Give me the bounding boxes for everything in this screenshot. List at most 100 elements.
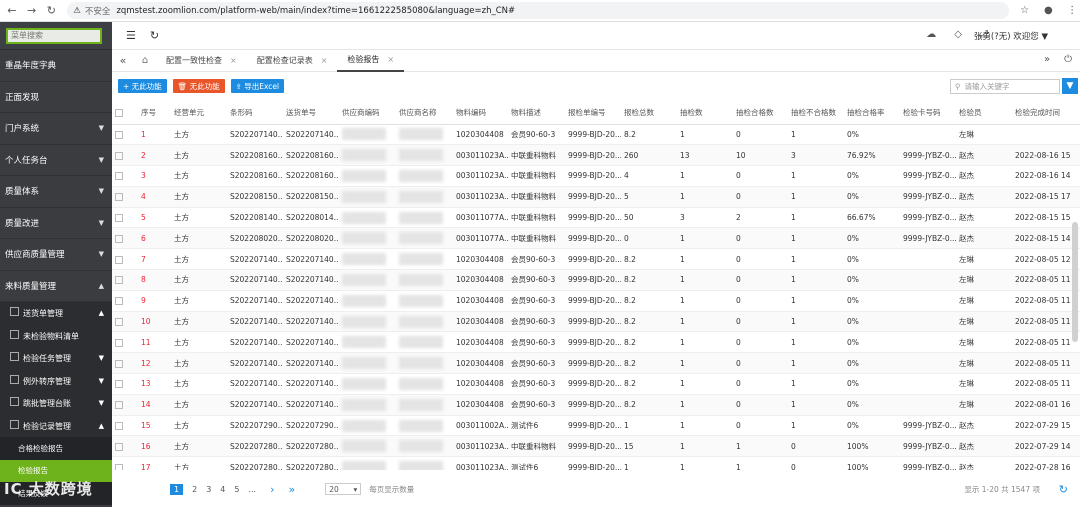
- tab-next-icon[interactable]: »: [1044, 54, 1050, 65]
- page-last-icon[interactable]: »: [289, 483, 296, 496]
- row-checkbox[interactable]: [115, 442, 123, 451]
- column-header[interactable]: 抽检合格率: [844, 102, 900, 125]
- sidebar-item[interactable]: 个人任务台 ▼: [0, 145, 112, 176]
- column-header[interactable]: 抽检不合格数: [788, 102, 844, 125]
- table-row[interactable]: 5 土方 S202208140... S202208014... 003011077A.…: [112, 207, 1080, 229]
- table-row[interactable]: 8 土方 S202207140... S202207140... 1020304408 会…: [112, 269, 1080, 291]
- column-header[interactable]: 送货单号: [283, 102, 339, 125]
- sidebar-item[interactable]: 来料质量管理 ▲: [0, 271, 112, 302]
- no-function-button-2[interactable]: 🗑 无此功能: [172, 79, 225, 93]
- column-header[interactable]: 抽检数: [677, 102, 733, 125]
- row-checkbox[interactable]: [115, 255, 123, 264]
- row-checkbox[interactable]: [115, 214, 123, 223]
- reload-icon[interactable]: ↻: [44, 3, 60, 19]
- page-next-icon[interactable]: ›: [270, 483, 274, 496]
- close-icon[interactable]: ×: [321, 56, 328, 65]
- sidebar-subitem[interactable]: 例外转序管理 ▼: [0, 369, 112, 392]
- more-menu-icon[interactable]: ⋮: [1064, 3, 1080, 19]
- row-checkbox[interactable]: [115, 172, 123, 181]
- close-icon[interactable]: ×: [387, 55, 394, 64]
- column-header[interactable]: 经营单元: [171, 102, 227, 125]
- table-row[interactable]: 13 土方 S202207140... S202207140... 1020304408…: [112, 373, 1080, 395]
- column-header[interactable]: 检验完成时间: [1012, 102, 1080, 125]
- table-row[interactable]: 17 土方 S202207280... S202207280... 003011023A…: [112, 456, 1080, 470]
- table-row[interactable]: 12 土方 S202207140... S202207140... 1020304408…: [112, 352, 1080, 375]
- row-checkbox[interactable]: [115, 130, 123, 139]
- table-row[interactable]: 16 土方 S202207280... S202207280... 003011023A…: [112, 435, 1080, 458]
- row-checkbox[interactable]: [115, 401, 123, 410]
- column-header[interactable]: 报检总数: [621, 102, 677, 125]
- cloud-icon[interactable]: ☁: [926, 29, 936, 40]
- refresh-icon[interactable]: ↻: [150, 29, 159, 42]
- row-checkbox[interactable]: [115, 151, 123, 160]
- tab-prev-icon[interactable]: «: [112, 54, 134, 67]
- sidebar-item[interactable]: 重晶年度字典: [0, 50, 112, 82]
- sidebar-search-input[interactable]: 菜单搜索: [6, 27, 102, 44]
- page-number[interactable]: 5: [234, 485, 239, 494]
- page-number[interactable]: 2: [192, 485, 197, 494]
- sidebar-subitem[interactable]: 未检验物料清单: [0, 324, 112, 347]
- tag-icon[interactable]: ◇: [954, 29, 962, 40]
- user-menu[interactable]: 张勇(?无) 欢迎您 ▼: [974, 30, 1048, 42]
- page-number[interactable]: ...: [248, 485, 256, 494]
- sidebar-subitem[interactable]: 送货单管理 ▲: [0, 302, 112, 325]
- close-icon[interactable]: ×: [230, 56, 237, 65]
- column-header[interactable]: 检验员: [956, 102, 1012, 125]
- keyword-search-input[interactable]: ⚲ 请输入关键字: [950, 79, 1060, 94]
- select-all-checkbox[interactable]: [115, 109, 123, 118]
- table-row[interactable]: 4 土方 S202208150... S202208150... 003011023A.…: [112, 186, 1080, 208]
- page-number[interactable]: 1: [170, 483, 184, 495]
- sidebar-item[interactable]: 质量体系 ▼: [0, 176, 112, 208]
- sidebar-item[interactable]: 供应商质量管理 ▼: [0, 239, 112, 271]
- table-row[interactable]: 2 土方 S202208160... S202208160... 003011023A.…: [112, 144, 1080, 167]
- filter-icon[interactable]: ▼: [1062, 78, 1078, 94]
- row-checkbox[interactable]: [115, 297, 123, 306]
- menu-toggle-icon[interactable]: ☰: [126, 29, 136, 42]
- table-row[interactable]: 1 土方 S202207140... S202207140... 1020304408 会…: [112, 124, 1080, 146]
- table-row[interactable]: 6 土方 S202208020... S202208020... 003011077A.…: [112, 227, 1080, 250]
- table-row[interactable]: 9 土方 S202207140... S202207140... 1020304408 会…: [112, 290, 1080, 312]
- tab-inspection-report[interactable]: 检验报告 ×: [337, 50, 405, 72]
- page-size-select[interactable]: 20 ▾: [325, 483, 362, 495]
- home-icon[interactable]: ⌂: [134, 55, 156, 66]
- table-row[interactable]: 3 土方 S202208160... S202208160... 003011023A.…: [112, 165, 1080, 187]
- row-checkbox[interactable]: [115, 422, 123, 431]
- power-icon[interactable]: ⏻: [1064, 54, 1072, 65]
- sidebar-item[interactable]: 正面发现: [0, 82, 112, 113]
- sidebar-subitem[interactable]: 检验记录管理 ▲: [0, 414, 112, 437]
- sidebar-leaf-item[interactable]: 合格检验报告: [0, 437, 112, 460]
- forward-icon[interactable]: →: [24, 3, 40, 19]
- export-excel-button[interactable]: ⇪ 导出Excel: [230, 79, 285, 93]
- column-header[interactable]: 检验卡号码: [900, 102, 956, 125]
- profile-icon[interactable]: ●: [1040, 3, 1056, 19]
- tab-config-check[interactable]: 配置一致性检查 ×: [156, 50, 247, 72]
- row-checkbox[interactable]: [115, 276, 123, 285]
- row-checkbox[interactable]: [115, 380, 123, 389]
- refresh-icon[interactable]: ↻: [1059, 483, 1068, 496]
- table-row[interactable]: 11 土方 S202207140... S202207140... 1020304408…: [112, 331, 1080, 354]
- page-number[interactable]: 3: [206, 485, 211, 494]
- no-function-button-1[interactable]: + 无此功能: [118, 79, 167, 93]
- sidebar-subitem[interactable]: 检验任务管理 ▼: [0, 347, 112, 370]
- sidebar-subitem[interactable]: 跳批管理台账 ▼: [0, 392, 112, 415]
- column-header[interactable]: 物料描述: [508, 102, 565, 125]
- address-bar[interactable]: ⚠ 不安全 zqmstest.zoomlion.com/platform-web…: [67, 2, 1009, 19]
- row-checkbox[interactable]: [115, 463, 123, 470]
- row-checkbox[interactable]: [115, 234, 123, 243]
- sidebar-item[interactable]: 门户系统 ▼: [0, 113, 112, 145]
- vertical-scrollbar[interactable]: [1072, 222, 1078, 342]
- row-checkbox[interactable]: [115, 359, 123, 368]
- row-checkbox[interactable]: [115, 338, 123, 347]
- table-row[interactable]: 7 土方 S202207140... S202207140... 1020304408 会…: [112, 248, 1080, 271]
- tab-config-record[interactable]: 配置检查记录表 ×: [247, 50, 338, 72]
- table-row[interactable]: 10 土方 S202207140... S202207140... 1020304408…: [112, 311, 1080, 333]
- row-checkbox[interactable]: [115, 193, 123, 202]
- table-row[interactable]: 14 土方 S202207140... S202207140... 1020304408…: [112, 394, 1080, 416]
- column-header[interactable]: 条形码: [227, 102, 283, 125]
- column-header[interactable]: 报检单编号: [565, 102, 621, 125]
- row-checkbox[interactable]: [115, 318, 123, 327]
- column-header[interactable]: 供应商名称: [396, 102, 453, 125]
- table-row[interactable]: 15 土方 S202207290... S202207290... 003011002A…: [112, 415, 1080, 437]
- column-header[interactable]: 序号: [138, 102, 171, 125]
- column-header[interactable]: 物料编码: [453, 102, 508, 125]
